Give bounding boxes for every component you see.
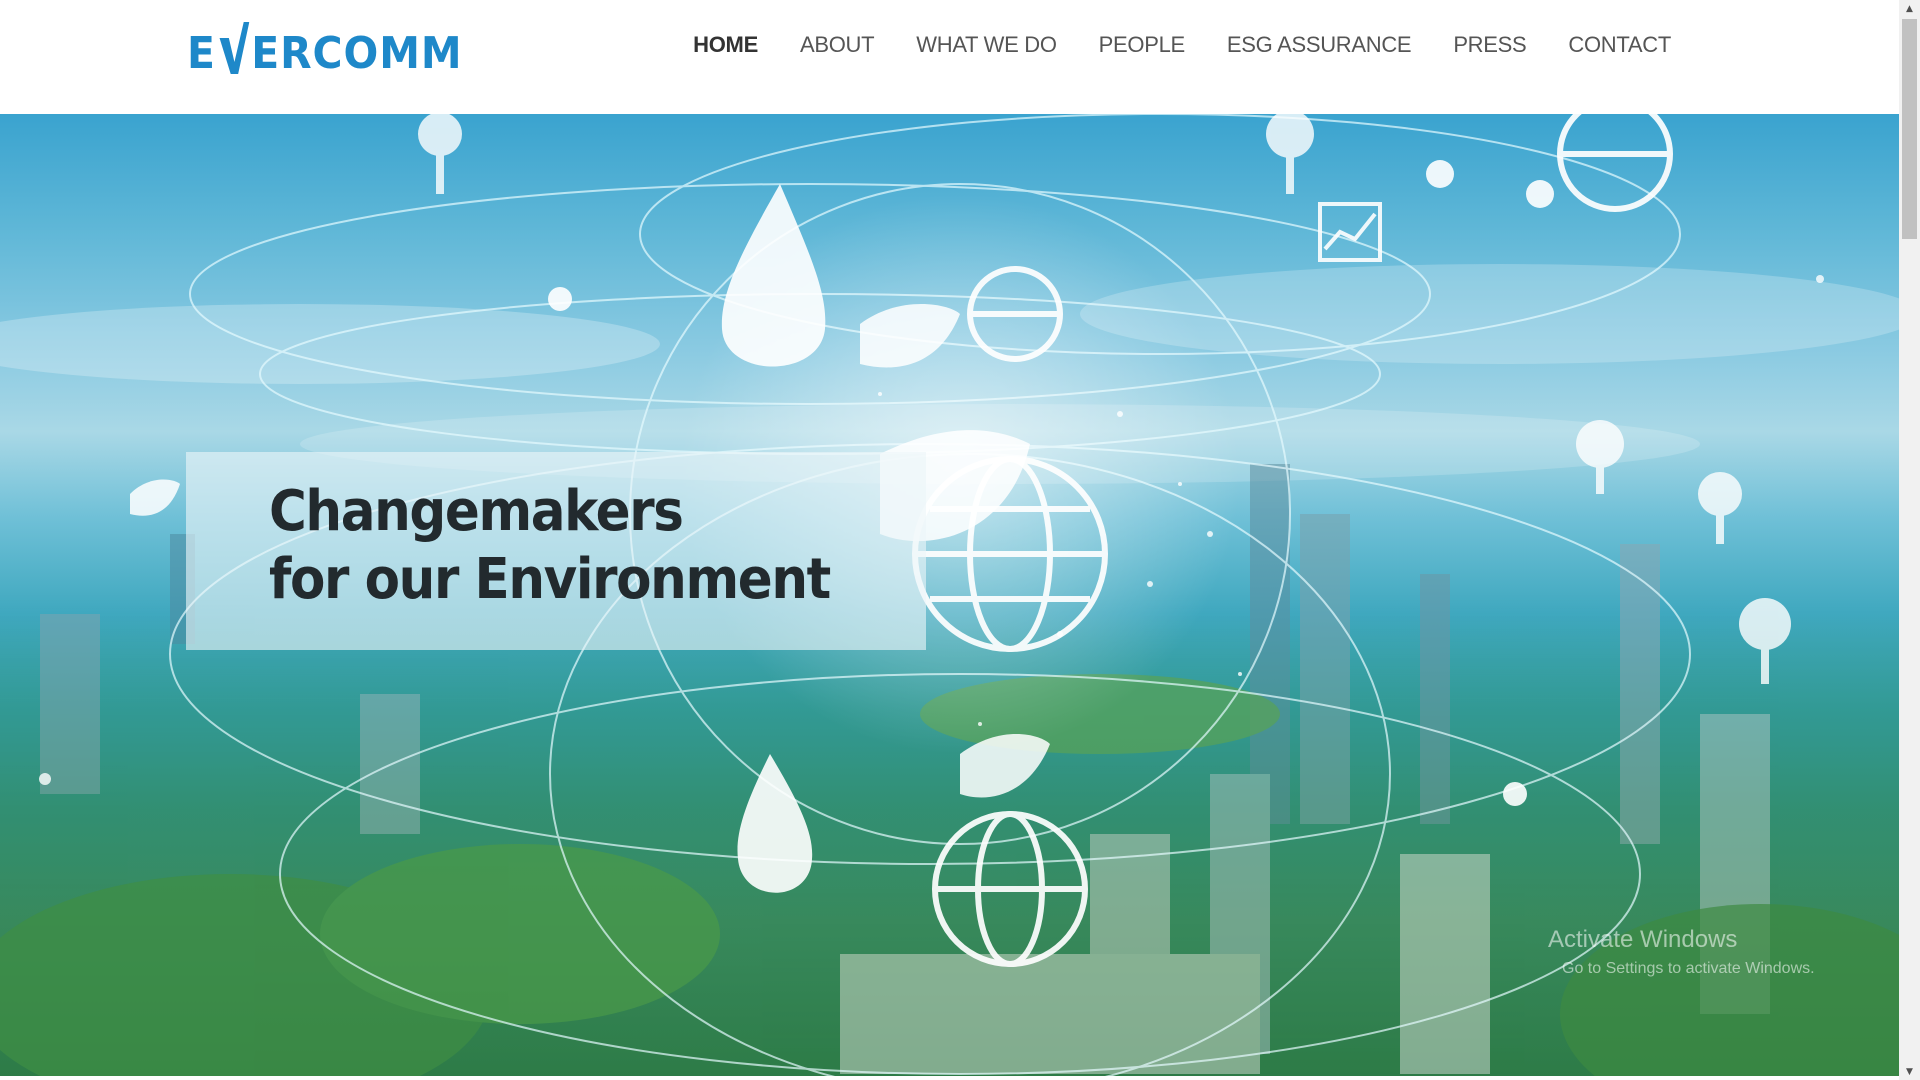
logo-v-mark-icon [218,22,250,78]
watermark-title: Activate Windows [1548,926,1738,953]
nav-home[interactable]: HOME [672,32,779,58]
nav-about[interactable]: ABOUT [779,32,895,58]
hero-headline: Changemakers for our Environment [269,478,831,614]
page-bottom-edge [0,1076,1899,1080]
vertical-scrollbar[interactable]: ▲ ▼ [1899,0,1920,1080]
hero-banner: Changemakers for our Environment Activat… [0,114,1899,1076]
hero-headline-line1: Changemakers [269,479,684,544]
main-nav: HOME ABOUT WHAT WE DO PEOPLE ESG ASSURAN… [672,28,1692,62]
growth-chart-icon [1318,202,1382,262]
scrollbar-thumb[interactable] [1902,19,1917,239]
nav-contact[interactable]: CONTACT [1547,32,1692,58]
watermark-subtitle: Go to Settings to activate Windows. [1562,960,1815,977]
nav-press[interactable]: PRESS [1432,32,1547,58]
arrow-up-icon[interactable]: ▲ [1899,0,1920,17]
site-header: E ERCOMM HOME ABOUT WHAT WE DO PEOPLE ESG… [0,0,1899,114]
evercomm-logo[interactable]: E ERCOMM [187,18,462,76]
nav-people[interactable]: PEOPLE [1078,32,1206,58]
page: E ERCOMM HOME ABOUT WHAT WE DO PEOPLE ESG… [0,0,1920,1080]
activate-windows-watermark: Activate Windows Go to Settings to activ… [1548,926,1815,978]
arrow-down-icon[interactable]: ▼ [1899,1063,1920,1080]
nav-what-we-do[interactable]: WHAT WE DO [895,32,1077,58]
hero-headline-line2: for our Environment [269,547,831,612]
logo-wordmark: E ERCOMM [187,22,463,76]
hero-headline-panel: Changemakers for our Environment [186,452,926,650]
nav-esg-assurance[interactable]: ESG ASSURANCE [1206,32,1432,58]
